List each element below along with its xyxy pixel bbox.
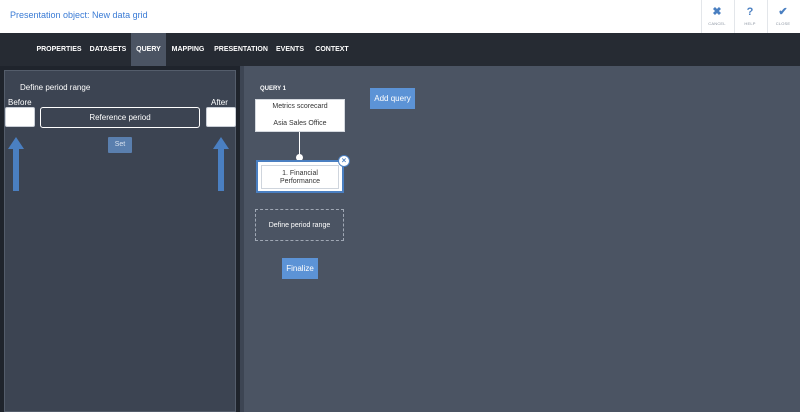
tab-events[interactable]: EVENTS bbox=[273, 33, 307, 66]
tab-datasets[interactable]: DATASETS bbox=[88, 33, 128, 66]
define-period-range-node[interactable]: Define period range bbox=[255, 209, 344, 241]
set-button[interactable]: Set bbox=[108, 137, 132, 153]
page-title: Presentation object: New data grid bbox=[10, 10, 148, 20]
remove-node-close-icon[interactable]: × bbox=[338, 155, 350, 167]
cancel-button[interactable]: ✖ CANCEL bbox=[701, 0, 732, 33]
after-arrow-up-icon bbox=[213, 137, 229, 191]
period-range-panel-body: Define period range Before After Referen… bbox=[4, 70, 236, 412]
finalize-button[interactable]: Finalize bbox=[282, 258, 318, 279]
add-query-button[interactable]: Add query bbox=[370, 88, 415, 109]
cancel-label: CANCEL bbox=[708, 21, 726, 26]
after-label: After bbox=[211, 98, 228, 107]
before-arrow-up-icon bbox=[8, 137, 24, 191]
perf-line2: Performance bbox=[279, 178, 321, 185]
perf-line1: 1. Financial bbox=[282, 170, 318, 177]
tab-mapping[interactable]: MAPPING bbox=[169, 33, 207, 66]
before-input[interactable] bbox=[5, 107, 35, 127]
check-icon: ✔ bbox=[778, 6, 788, 18]
panel-title: Define period range bbox=[20, 83, 91, 92]
help-icon: ? bbox=[746, 6, 754, 18]
tab-bar: PROPERTIES DATASETS QUERY MAPPING PRESEN… bbox=[0, 33, 800, 66]
tab-context[interactable]: CONTEXT bbox=[312, 33, 352, 66]
panel-divider[interactable] bbox=[240, 66, 244, 412]
query-node-scorecard[interactable]: Metrics scorecard Asia Sales Office bbox=[255, 99, 345, 132]
scorecard-office: Asia Sales Office bbox=[273, 120, 327, 127]
close-button[interactable]: ✔ CLOSE bbox=[767, 0, 798, 33]
financial-performance-box: 1. Financial Performance bbox=[261, 165, 339, 189]
query-label: QUERY 1 bbox=[260, 86, 287, 92]
scorecard-name: Metrics scorecard bbox=[272, 103, 328, 110]
close-icon: ✖ bbox=[712, 6, 722, 18]
period-range-panel: Define period range Before After Referen… bbox=[0, 66, 240, 412]
reference-period-button[interactable]: Reference period bbox=[40, 107, 200, 128]
query-node-financial-performance[interactable]: 1. Financial Performance bbox=[256, 160, 344, 193]
tab-query[interactable]: QUERY bbox=[131, 33, 166, 66]
help-button[interactable]: ? HELP bbox=[734, 0, 765, 33]
after-input[interactable] bbox=[206, 107, 236, 127]
help-label: HELP bbox=[744, 21, 756, 26]
close-label: CLOSE bbox=[775, 21, 791, 26]
tab-presentation[interactable]: PRESENTATION bbox=[213, 33, 269, 66]
tab-properties[interactable]: PROPERTIES bbox=[33, 33, 85, 66]
before-label: Before bbox=[8, 98, 32, 107]
header-bar: Presentation object: New data grid ✖ CAN… bbox=[0, 0, 800, 33]
